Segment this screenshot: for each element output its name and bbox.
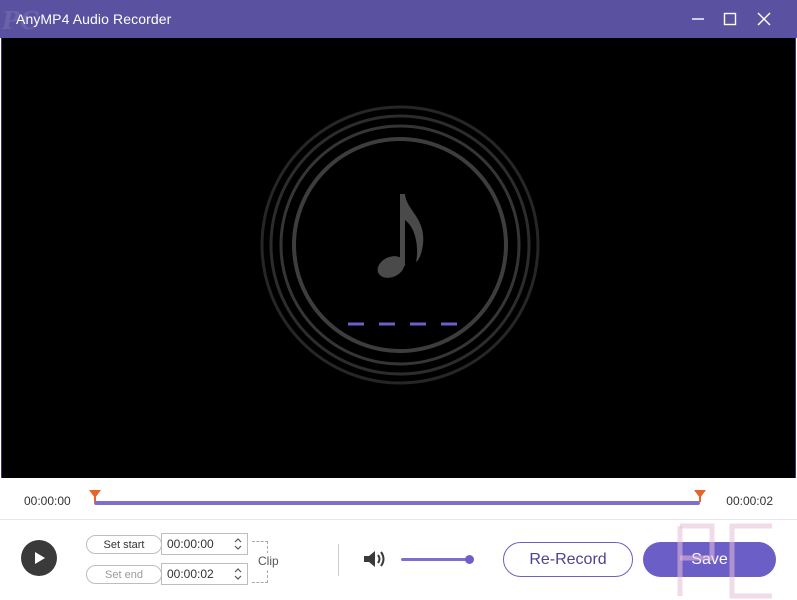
save-button[interactable]: Save	[643, 542, 776, 577]
maximize-icon	[723, 12, 737, 26]
minimize-button[interactable]	[683, 4, 713, 34]
audio-visualizer	[260, 105, 540, 385]
close-button[interactable]	[749, 4, 779, 34]
start-time-value: 00:00:00	[167, 537, 214, 551]
play-button[interactable]	[21, 540, 57, 576]
end-time-value: 00:00:02	[167, 567, 214, 581]
rerecord-button[interactable]: Re-Record	[503, 542, 633, 577]
current-time: 00:00:00	[24, 494, 71, 508]
speaker-icon[interactable]	[362, 548, 388, 570]
set-end-button[interactable]: Set end	[86, 565, 162, 584]
clip-button[interactable]: Clip	[256, 553, 281, 569]
minimize-icon	[692, 18, 704, 20]
play-icon	[35, 552, 45, 564]
progress-track[interactable]	[94, 501, 700, 505]
divider	[338, 544, 339, 576]
start-time-field[interactable]: 00:00:00	[161, 533, 248, 555]
window-title: AnyMP4 Audio Recorder	[16, 11, 172, 27]
timeline-bar: 00:00:00 00:00:02	[0, 478, 797, 520]
title-bar: PC AnyMP4 Audio Recorder	[0, 0, 797, 38]
set-start-button[interactable]: Set start	[86, 535, 162, 554]
music-note-icon	[377, 194, 424, 278]
volume-slider-track[interactable]	[401, 558, 473, 561]
volume-slider-handle[interactable]	[465, 555, 475, 564]
end-time-field[interactable]: 00:00:02	[161, 563, 248, 585]
control-panel: Set start 00:00:00 Set end 00:00:02 Clip…	[0, 521, 797, 600]
audio-preview-area	[1, 38, 796, 478]
close-icon	[757, 12, 771, 26]
start-time-spinner[interactable]	[233, 537, 243, 551]
end-time-spinner[interactable]	[233, 567, 243, 581]
start-marker-handle[interactable]	[89, 490, 101, 502]
total-time: 00:00:02	[726, 494, 773, 508]
maximize-button[interactable]	[715, 4, 745, 34]
end-marker-handle[interactable]	[694, 490, 706, 502]
